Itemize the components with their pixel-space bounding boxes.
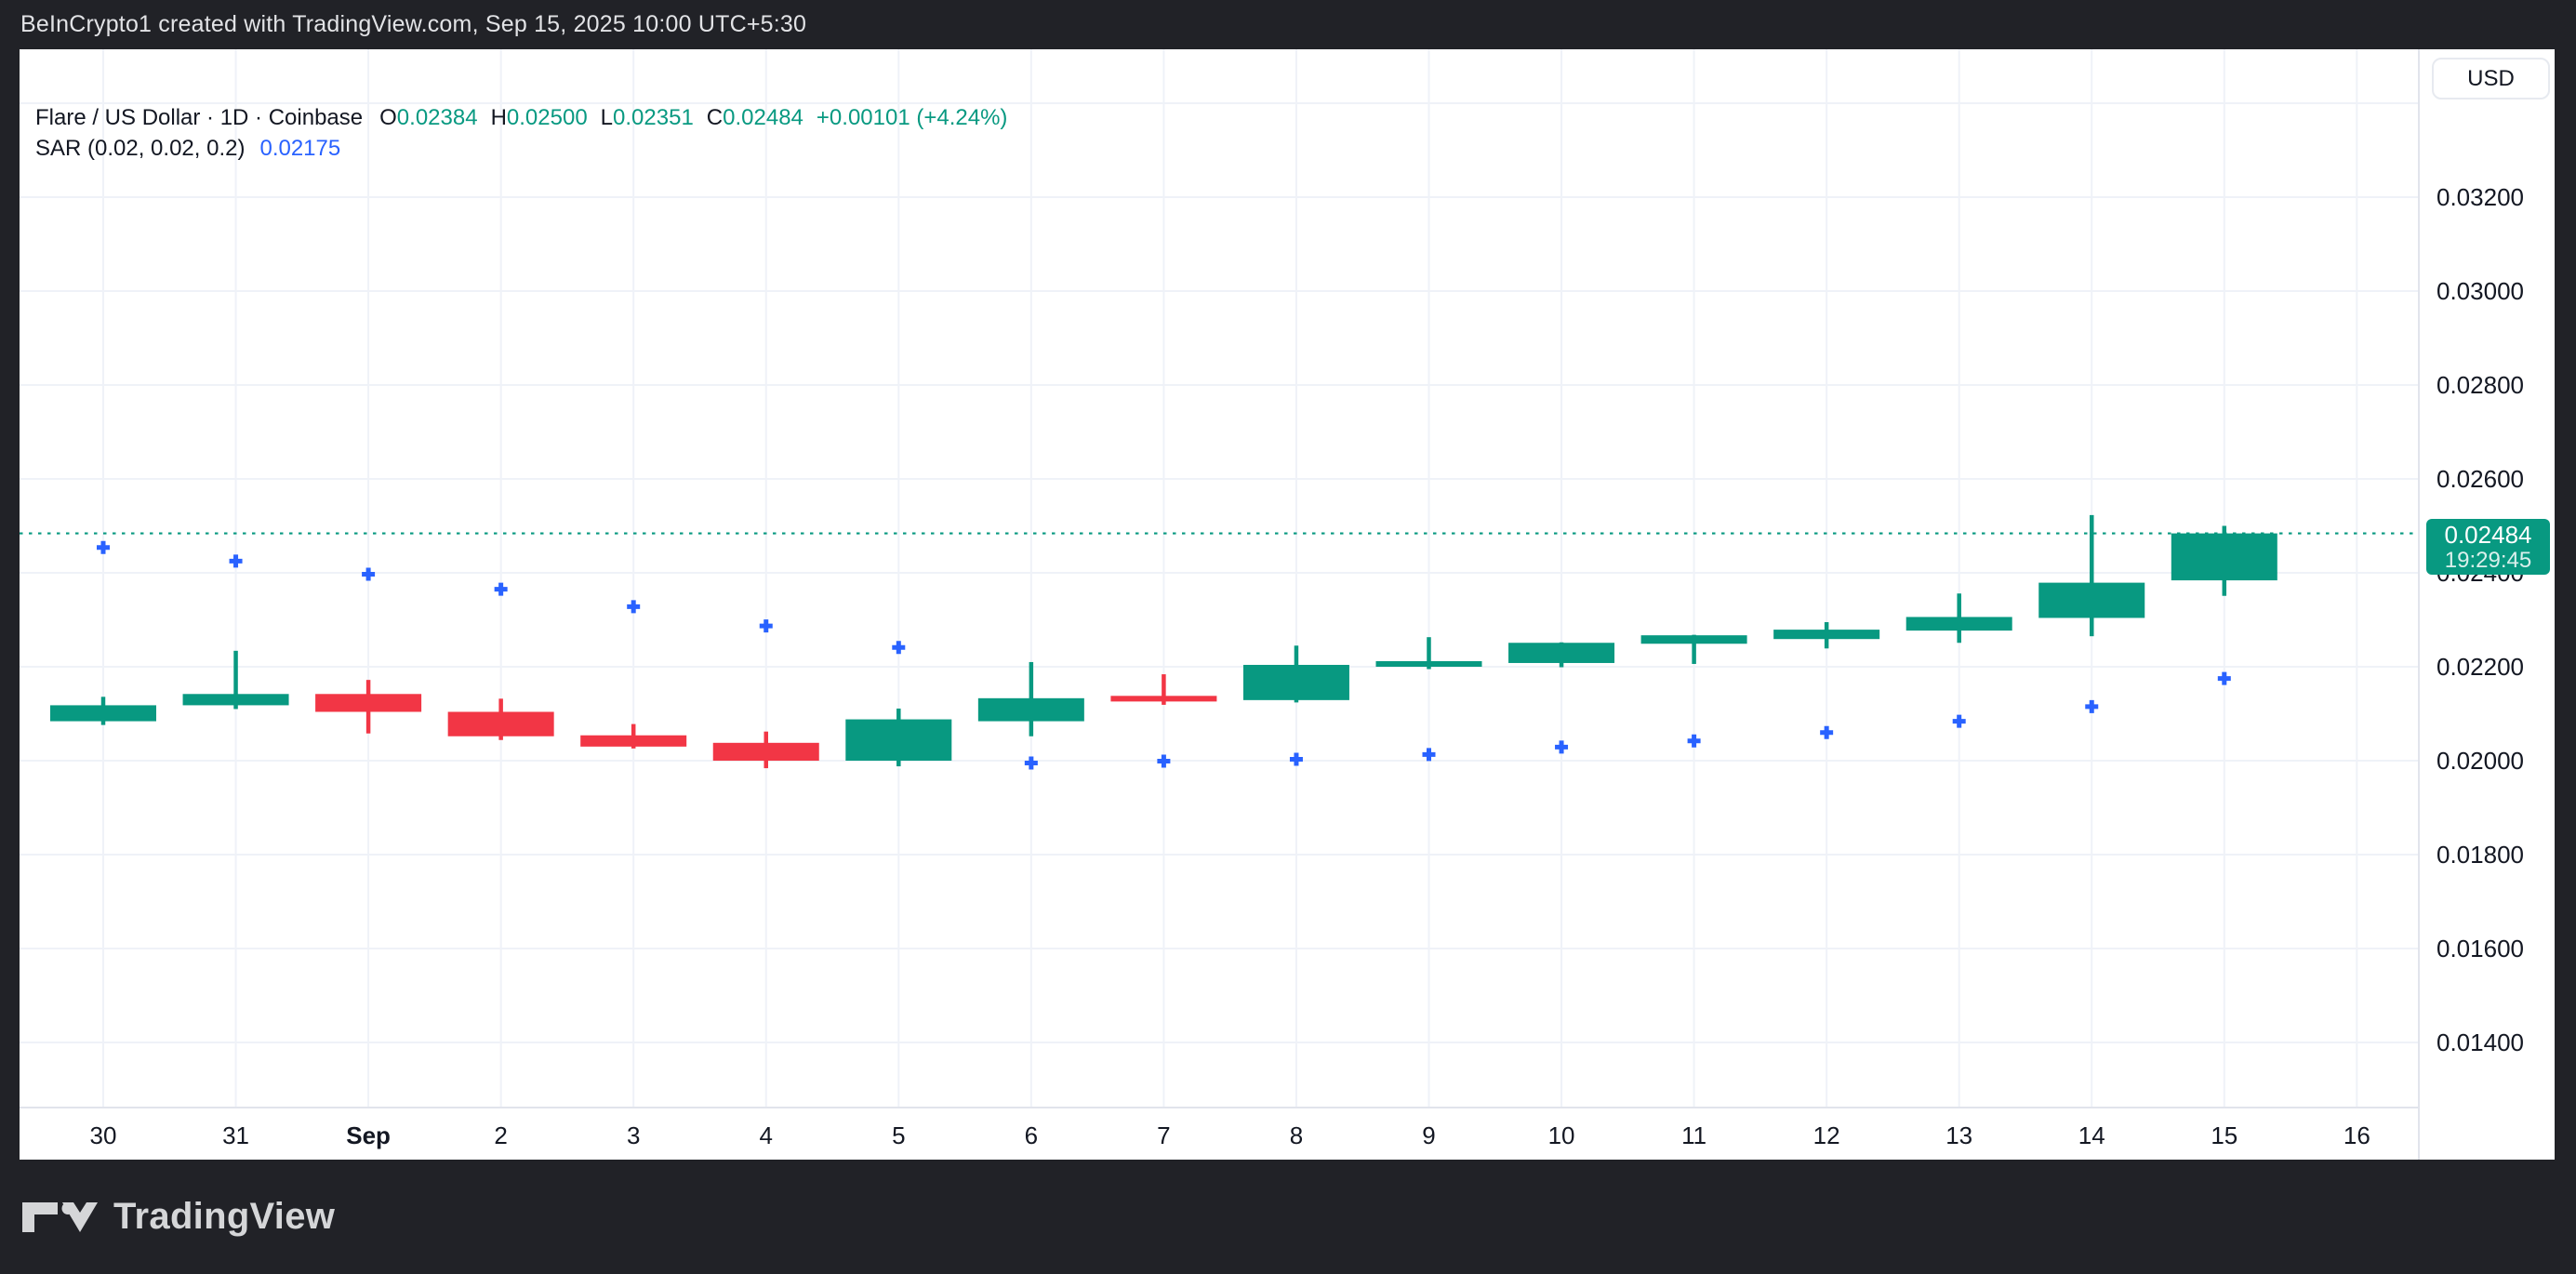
bar-countdown: 19:29:45 xyxy=(2445,549,2531,573)
price-tick-0.01600: 0.01600 xyxy=(2437,935,2524,962)
sar-dot xyxy=(1025,757,1038,770)
sar-dot xyxy=(1423,748,1436,761)
time-tick-30: 30 xyxy=(90,1121,117,1149)
chart-panel: Flare / US Dollar · 1D · Coinbase O0.023… xyxy=(20,49,2555,1160)
candlestick-plot-area[interactable] xyxy=(20,49,2418,1107)
watermark-top-bar: BeInCrypto1 created with TradingView.com… xyxy=(0,0,2576,49)
time-tick-7: 7 xyxy=(1157,1121,1170,1149)
time-tick-5: 5 xyxy=(892,1121,905,1149)
candle-body-Sep-5 xyxy=(845,720,951,761)
time-tick-14: 14 xyxy=(2078,1121,2105,1149)
candle-body-Sep-15 xyxy=(2171,534,2277,581)
time-tick-2: 2 xyxy=(494,1121,507,1149)
currency-button[interactable]: USD xyxy=(2432,58,2550,100)
sar-dot xyxy=(97,541,110,554)
ohlc-item-C: C0.02484 xyxy=(707,105,803,130)
candle-body-Aug-30 xyxy=(50,705,156,721)
price-tick-0.03000: 0.03000 xyxy=(2437,277,2524,305)
time-tick-15: 15 xyxy=(2211,1121,2237,1149)
watermark-text: BeInCrypto1 created with TradingView.com… xyxy=(20,11,806,38)
price-axis[interactable]: 0.032000.030000.028000.026000.024000.022… xyxy=(2418,49,2555,1160)
sar-dot xyxy=(1157,755,1170,768)
sar-dot xyxy=(1555,740,1568,753)
sar-dot xyxy=(230,554,243,567)
symbol-row: Flare / US Dollar · 1D · Coinbase O0.023… xyxy=(35,105,1007,136)
candle-body-Sep-4 xyxy=(713,743,819,761)
sar-dot xyxy=(1688,735,1701,748)
candle-wick xyxy=(2090,515,2094,636)
sar-dot xyxy=(1290,752,1303,765)
time-tick-6: 6 xyxy=(1025,1121,1038,1149)
time-tick-12: 12 xyxy=(1813,1121,1840,1149)
sar-dot xyxy=(1820,726,1833,739)
ohlc-values: O0.02384 H0.02500 L0.02351 C0.02484 xyxy=(379,105,817,131)
price-tick-0.02000: 0.02000 xyxy=(2437,747,2524,775)
sar-dot xyxy=(495,583,508,596)
candle-body-Sep-14 xyxy=(2038,583,2144,618)
sar-dot xyxy=(892,641,905,654)
sar-dot xyxy=(760,619,773,632)
time-tick-11: 11 xyxy=(1681,1121,1706,1149)
symbol-title: Flare / US Dollar · 1D · Coinbase xyxy=(35,105,363,131)
page: { "top_bar": { "text": "BeInCrypto1 crea… xyxy=(0,0,2576,1274)
candle-body-Sep-2 xyxy=(448,711,554,736)
footer-bar: TradingView xyxy=(0,1160,2576,1274)
indicator-value: 0.02175 xyxy=(259,136,340,162)
price-tick-0.01800: 0.01800 xyxy=(2437,841,2524,869)
ohlc-item-L: L0.02351 xyxy=(601,105,694,130)
tradingview-wordmark: TradingView xyxy=(113,1196,335,1238)
ohlc-item-H: H0.02500 xyxy=(491,105,588,130)
candle-body-Sep-1 xyxy=(315,694,421,711)
sar-dot xyxy=(627,600,640,613)
time-axis[interactable]: 30 31 Sep 2 3 4 5 6 7 8 9 10 11 12 13 14 15 16 xyxy=(20,1107,2418,1160)
tradingview-logo-icon xyxy=(21,1201,100,1233)
sar-dot xyxy=(2085,700,2098,713)
ohlc-item-O: O0.02384 xyxy=(379,105,477,130)
sar-dot xyxy=(1953,715,1966,728)
price-change: +0.00101 (+4.24%) xyxy=(817,105,1008,131)
time-tick-8: 8 xyxy=(1290,1121,1303,1149)
indicator-row: SAR (0.02, 0.02, 0.2) 0.02175 xyxy=(35,136,1007,166)
price-tick-0.01400: 0.01400 xyxy=(2437,1028,2524,1056)
candle-body-Sep-7 xyxy=(1110,696,1216,701)
price-tick-0.02600: 0.02600 xyxy=(2437,465,2524,493)
time-tick-Sep: Sep xyxy=(346,1121,391,1149)
time-tick-16: 16 xyxy=(2344,1121,2370,1149)
candle-body-Sep-8 xyxy=(1243,665,1349,700)
sar-dot xyxy=(2218,672,2231,685)
price-tick-0.02800: 0.02800 xyxy=(2437,371,2524,399)
chart-legend: Flare / US Dollar · 1D · Coinbase O0.023… xyxy=(35,105,1007,166)
tradingview-link[interactable]: TradingView xyxy=(21,1196,335,1238)
candle-body-Sep-12 xyxy=(1773,630,1879,639)
candle-body-Aug-31 xyxy=(183,694,289,705)
candle-body-Sep-9 xyxy=(1376,661,1482,667)
candle-body-Sep-10 xyxy=(1508,643,1614,663)
time-tick-31: 31 xyxy=(222,1121,249,1149)
candle-body-Sep-13 xyxy=(1906,617,2012,630)
candle-body-Sep-3 xyxy=(580,736,686,747)
candle-body-Sep-11 xyxy=(1641,635,1747,644)
time-tick-10: 10 xyxy=(1548,1121,1575,1149)
time-tick-13: 13 xyxy=(1945,1121,1972,1149)
candle-body-Sep-6 xyxy=(978,698,1084,722)
sar-dot xyxy=(362,568,375,581)
price-tick-0.03200: 0.03200 xyxy=(2437,183,2524,211)
time-tick-4: 4 xyxy=(760,1121,773,1149)
time-tick-9: 9 xyxy=(1422,1121,1435,1149)
indicator-name: SAR (0.02, 0.02, 0.2) xyxy=(35,136,245,162)
last-price-value: 0.02484 xyxy=(2445,521,2532,549)
time-tick-3: 3 xyxy=(627,1121,640,1149)
last-price-badge: 0.02484 19:29:45 xyxy=(2426,519,2550,575)
price-tick-0.02200: 0.02200 xyxy=(2437,653,2524,681)
